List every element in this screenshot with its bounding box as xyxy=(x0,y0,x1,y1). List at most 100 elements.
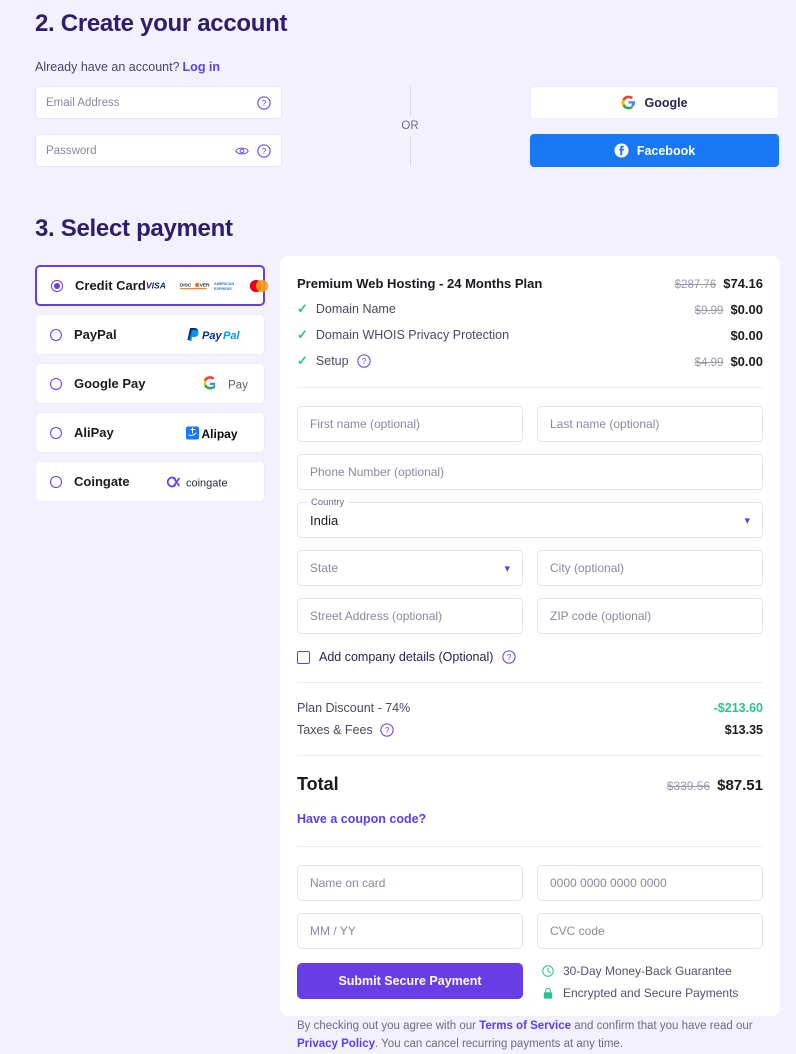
svg-text:coingate: coingate xyxy=(186,477,228,489)
payment-method-coingate[interactable]: Coingate coingate xyxy=(35,461,265,502)
payment-method-paypal[interactable]: PayPal Pay Pal xyxy=(35,314,265,355)
or-divider: OR xyxy=(409,86,411,166)
feature-label: Domain Name xyxy=(316,302,396,316)
country-select[interactable]: Country India ▾ xyxy=(297,502,763,538)
google-icon xyxy=(621,95,636,110)
coupon-code-link[interactable]: Have a coupon code? xyxy=(297,812,426,826)
submit-payment-button[interactable]: Submit Secure Payment xyxy=(297,963,523,999)
payment-method-label: Google Pay xyxy=(74,376,204,391)
radio-coingate[interactable] xyxy=(50,476,62,488)
help-icon[interactable]: ? xyxy=(257,96,271,110)
password-field[interactable]: Password ? xyxy=(35,134,282,167)
divider xyxy=(297,682,763,683)
company-details-checkbox[interactable] xyxy=(297,651,310,664)
feature-row: ✓ Domain Name $9.99 $0.00 xyxy=(297,301,763,317)
radio-credit-card[interactable] xyxy=(51,280,63,292)
card-number-input[interactable]: 0000 0000 0000 0000 xyxy=(537,865,763,901)
feature-row: ✓ Setup ? $4.99 $0.00 xyxy=(297,353,763,369)
country-value: India xyxy=(310,513,338,528)
paypal-logo: Pay Pal xyxy=(186,326,250,344)
alipay-icon: Alipay xyxy=(186,424,250,442)
street-address-input[interactable]: Street Address (optional) xyxy=(297,598,523,634)
zip-code-input[interactable]: ZIP code (optional) xyxy=(537,598,763,634)
or-divider-line-top xyxy=(410,86,411,116)
svg-text:Pay: Pay xyxy=(202,330,222,342)
radio-paypal[interactable] xyxy=(50,329,62,341)
city-input[interactable]: City (optional) xyxy=(537,550,763,586)
account-section-title: 2. Create your account xyxy=(35,10,287,38)
help-icon[interactable]: ? xyxy=(502,650,516,664)
money-back-label: 30-Day Money-Back Guarantee xyxy=(563,964,732,978)
help-icon[interactable]: ? xyxy=(257,144,271,158)
check-icon: ✓ xyxy=(297,353,308,369)
first-name-input[interactable]: First name (optional) xyxy=(297,406,523,442)
social-login-buttons: Google Facebook xyxy=(530,86,779,167)
radio-google-pay[interactable] xyxy=(50,378,62,390)
svg-text:DISC: DISC xyxy=(180,282,192,287)
help-icon[interactable]: ? xyxy=(380,723,394,737)
login-link[interactable]: Log in xyxy=(183,60,221,74)
payment-method-list: Credit Card VISA DISC VER AMERICAN EXPRE… xyxy=(35,265,265,510)
payment-method-google-pay[interactable]: Google Pay Pay xyxy=(35,363,265,404)
state-select[interactable]: State ▾ xyxy=(297,550,523,586)
email-field[interactable]: Email Address ? xyxy=(35,86,282,119)
paypal-icon: Pay Pal xyxy=(186,326,250,344)
lock-icon xyxy=(541,986,555,1000)
last-name-input[interactable]: Last name (optional) xyxy=(537,406,763,442)
card-expiry-input[interactable]: MM / YY xyxy=(297,913,523,949)
mastercard-icon xyxy=(248,279,270,293)
submit-row: Submit Secure Payment 30-Day Money-Back … xyxy=(297,963,763,1000)
country-label: Country xyxy=(307,497,348,508)
chevron-down-icon: ▾ xyxy=(744,514,750,527)
facebook-login-button[interactable]: Facebook xyxy=(530,134,779,167)
already-have-account-text: Already have an account? xyxy=(35,60,180,74)
feature-row: ✓ Domain WHOIS Privacy Protection $0.00 xyxy=(297,327,763,343)
legal-part2: and confirm that you have read our xyxy=(574,1020,752,1032)
chevron-down-icon: ▾ xyxy=(504,562,510,575)
phone-input[interactable]: Phone Number (optional) xyxy=(297,454,763,490)
svg-text:Alipay: Alipay xyxy=(202,427,238,441)
payment-method-label: AliPay xyxy=(74,425,186,440)
feature-label: Domain WHOIS Privacy Protection xyxy=(316,328,509,342)
radio-alipay[interactable] xyxy=(50,427,62,439)
legal-part1: By checking out you agree with our xyxy=(297,1020,476,1032)
already-have-account: Already have an account?Log in xyxy=(35,60,220,74)
gpay-logo: Pay xyxy=(204,375,250,393)
feature-label: Setup xyxy=(316,354,349,368)
feature-price-old: $4.99 xyxy=(695,357,724,369)
password-field-icons: ? xyxy=(235,144,271,158)
svg-text:Pal: Pal xyxy=(223,330,240,342)
payment-method-credit-card[interactable]: Credit Card VISA DISC VER AMERICAN EXPRE… xyxy=(35,265,265,306)
feature-price-old: $9.99 xyxy=(695,305,724,317)
svg-text:?: ? xyxy=(385,726,390,735)
svg-text:?: ? xyxy=(507,653,512,662)
google-login-button[interactable]: Google xyxy=(530,86,779,119)
terms-of-service-link[interactable]: Terms of Service xyxy=(479,1020,571,1032)
encrypted-label: Encrypted and Secure Payments xyxy=(563,986,738,1000)
svg-text:Pay: Pay xyxy=(228,379,248,391)
taxes-row: Taxes & Fees ? $13.35 xyxy=(297,723,763,737)
card-name-input[interactable]: Name on card xyxy=(297,865,523,901)
company-details-row[interactable]: Add company details (Optional) ? xyxy=(297,650,763,664)
payment-method-alipay[interactable]: AliPay Alipay xyxy=(35,412,265,453)
payment-section-title: 3. Select payment xyxy=(35,215,233,243)
privacy-policy-link[interactable]: Privacy Policy xyxy=(297,1038,375,1050)
feature-price-new: $0.00 xyxy=(730,328,763,343)
divider xyxy=(297,846,763,847)
password-placeholder: Password xyxy=(46,145,235,157)
email-field-icons: ? xyxy=(257,96,271,110)
or-label: OR xyxy=(401,116,418,136)
name-row: First name (optional) Last name (optiona… xyxy=(297,406,763,454)
check-icon: ✓ xyxy=(297,327,308,343)
google-pay-icon: Pay xyxy=(204,375,250,393)
plan-row: Premium Web Hosting - 24 Months Plan $28… xyxy=(297,276,763,291)
legal-text: By checking out you agree with our Terms… xyxy=(297,1018,763,1054)
money-back-badge: 30-Day Money-Back Guarantee xyxy=(541,964,738,978)
eye-icon[interactable] xyxy=(235,144,249,158)
company-details-label: Add company details (Optional) xyxy=(319,650,493,664)
help-icon[interactable]: ? xyxy=(357,354,371,368)
svg-text:EXPRESS: EXPRESS xyxy=(214,286,232,290)
card-cvc-input[interactable]: CVC code xyxy=(537,913,763,949)
feature-price-new: $0.00 xyxy=(730,354,763,369)
svg-text:AMERICAN: AMERICAN xyxy=(214,282,234,286)
